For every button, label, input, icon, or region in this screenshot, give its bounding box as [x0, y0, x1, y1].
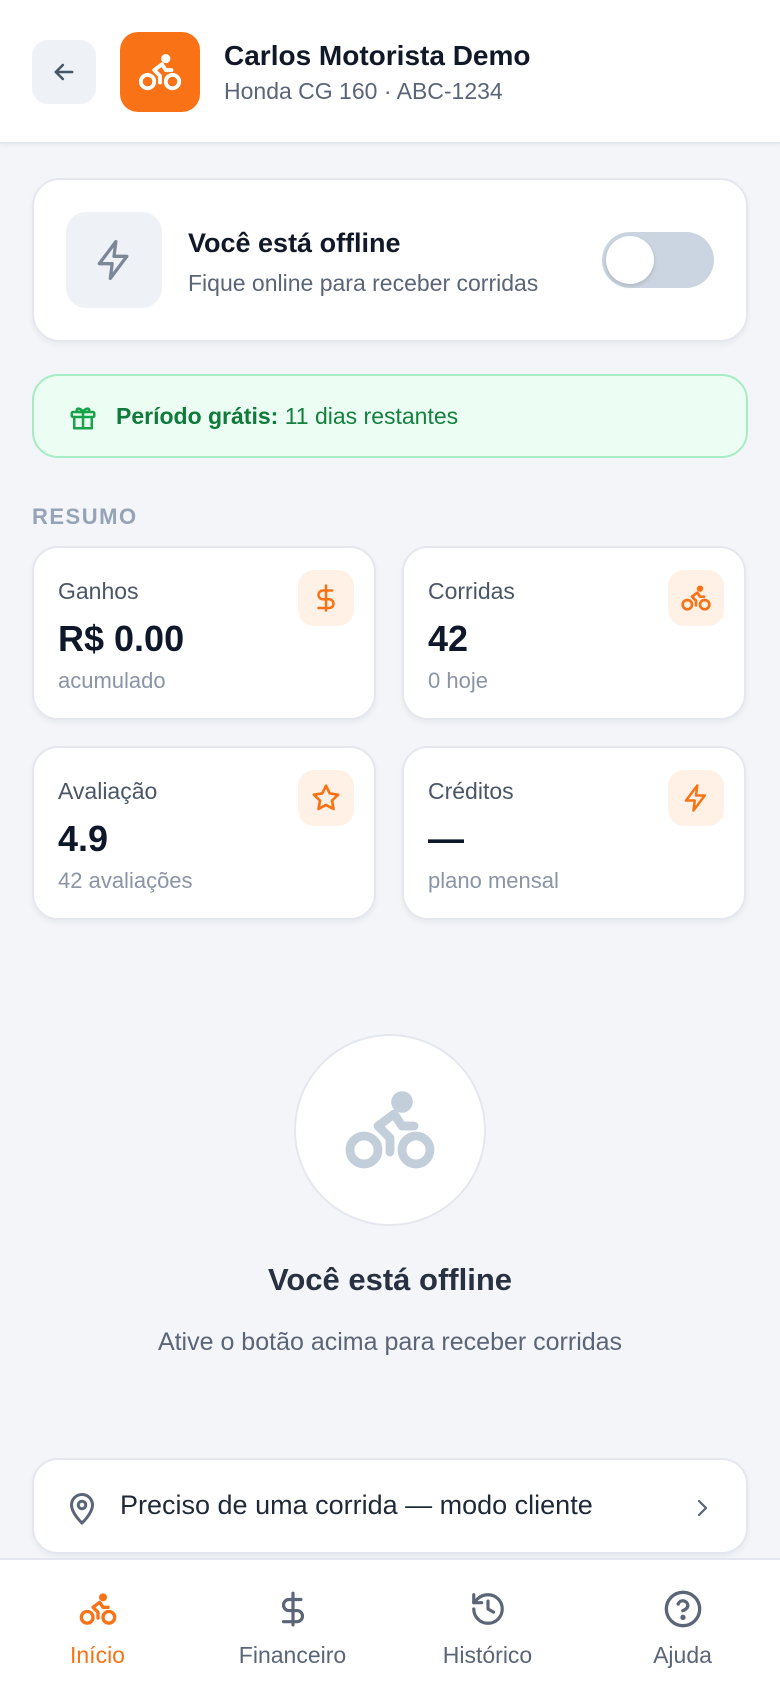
empty-state-illustration [294, 1034, 486, 1226]
stat-icon-box [668, 770, 724, 826]
nav-item-historico[interactable]: Histórico [390, 1560, 585, 1688]
empty-state-title: Você está offline [267, 1262, 513, 1297]
nav-label: Histórico [442, 1642, 533, 1668]
nav-item-inicio[interactable]: Início [0, 1560, 195, 1688]
status-subtitle: Fique online para receber corridas [188, 270, 539, 296]
stat-value: 42 [428, 618, 469, 659]
nav-label: Financeiro [238, 1642, 347, 1668]
online-status-card: Você está offline Fique online para rece… [32, 178, 748, 342]
nav-item-ajuda[interactable]: Ajuda [585, 1560, 780, 1688]
stat-icon-box [298, 570, 354, 626]
gift-icon [70, 407, 96, 430]
stat-card-rides[interactable]: Corridas 42 0 hoje [402, 546, 746, 720]
stat-label: Avaliação [58, 778, 158, 804]
trial-banner: Período grátis: 11 dias restantes [32, 374, 748, 458]
stat-icon-box [668, 570, 724, 626]
dollar-icon [281, 1591, 304, 1627]
trial-label: Período grátis: [116, 403, 279, 429]
stat-card-rating[interactable]: Avaliação 4.9 42 avaliações [32, 746, 376, 920]
bike-icon [345, 1091, 435, 1169]
lightning-icon [684, 784, 706, 812]
chevron-right-icon [697, 1499, 708, 1517]
trial-text: Período grátis: 11 dias restantes [116, 403, 458, 430]
status-title: Você está offline [188, 228, 401, 258]
arrow-left-icon [54, 63, 74, 81]
bike-icon [79, 1593, 116, 1625]
stat-sub: 0 hoje [428, 668, 488, 693]
bike-icon [681, 585, 711, 611]
back-button[interactable] [32, 40, 96, 104]
stat-value: R$ 0.00 [58, 618, 185, 659]
stat-sub: 42 avaliações [58, 868, 193, 893]
nav-label: Início [70, 1642, 125, 1668]
app-logo [120, 32, 200, 112]
status-icon-box [66, 212, 162, 308]
nav-label: Ajuda [653, 1642, 712, 1668]
stat-label: Ganhos [58, 578, 139, 604]
stat-sub: plano mensal [428, 868, 559, 893]
trial-days: 11 dias restantes [284, 403, 459, 429]
history-icon [471, 1593, 504, 1625]
bottom-navigation: Início Financeiro Histórico Ajuda [0, 1558, 780, 1688]
stat-card-credits[interactable]: Créditos — plano mensal [402, 746, 746, 920]
nav-item-financeiro[interactable]: Financeiro [195, 1560, 390, 1688]
client-mode-label: Preciso de uma corrida — modo cliente [120, 1490, 593, 1520]
stat-card-earnings[interactable]: Ganhos R$ 0.00 acumulado [32, 546, 376, 720]
toggle-knob [606, 236, 654, 284]
lightning-icon [97, 240, 129, 280]
vehicle-info: Honda CG 160 · ABC-1234 [224, 78, 503, 104]
empty-state-subtitle: Ative o botão acima para receber corrida… [157, 1328, 623, 1356]
online-toggle[interactable] [602, 232, 714, 288]
client-mode-button[interactable]: Preciso de uma corrida — modo cliente [32, 1458, 748, 1554]
stat-icon-box [298, 770, 354, 826]
stat-sub: acumulado [58, 668, 166, 693]
dollar-icon [317, 584, 335, 612]
top-header: Carlos Motorista Demo Honda CG 160 · ABC… [0, 0, 780, 144]
star-icon [312, 784, 340, 811]
stat-label: Créditos [428, 778, 514, 804]
stat-label: Corridas [428, 578, 515, 604]
bike-icon [138, 53, 182, 91]
help-circle-icon [664, 1590, 701, 1628]
summary-section-label: RESUMO [32, 504, 138, 529]
stat-value: 4.9 [58, 818, 109, 859]
driver-name: Carlos Motorista Demo [224, 40, 531, 71]
stat-value: — [428, 818, 464, 859]
location-pin-icon [70, 1493, 94, 1525]
